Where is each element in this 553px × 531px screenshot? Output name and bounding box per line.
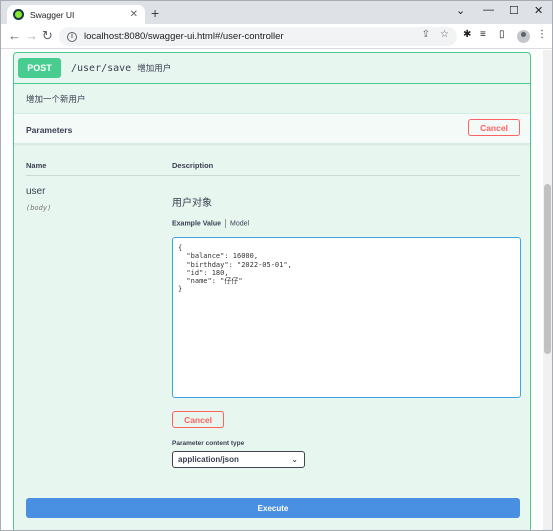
operation-path: /user/save (71, 62, 132, 74)
operation-summary[interactable]: POST /user/save 增加用户 (14, 53, 530, 84)
reload-icon[interactable]: ↻ (42, 27, 53, 45)
example-tabs: Example Value Model (172, 219, 249, 228)
chevron-down-icon: ⌄ (291, 455, 298, 464)
url-text[interactable]: localhost:8080/swagger-ui.html#/user-con… (84, 31, 284, 42)
share-icon[interactable]: ⇪ (422, 29, 430, 40)
tab-close-icon[interactable]: ✕ (130, 9, 138, 20)
close-window-icon[interactable]: ✕ (534, 4, 543, 17)
cancel-try-out-button[interactable]: Cancel (468, 119, 520, 136)
info-icon[interactable]: i (67, 31, 77, 42)
tab-search-icon[interactable]: ⌄ (456, 4, 465, 17)
content-type-select[interactable]: application/json ⌄ (172, 451, 305, 468)
profile-avatar[interactable] (517, 30, 530, 43)
swagger-page: POST /user/save 增加用户 增加一个新用户 Parameters … (1, 50, 543, 530)
name-column-header: Name (26, 161, 47, 170)
content-type-value: application/json (178, 455, 239, 464)
param-location: (body) (26, 204, 52, 212)
side-panel-icon[interactable]: ▯ (499, 29, 505, 40)
tab-separator (225, 219, 227, 228)
param-name: user (26, 186, 46, 197)
scrollbar-thumb[interactable] (544, 184, 551, 354)
back-icon[interactable]: ← (8, 27, 21, 45)
browser-window: Swagger UI ✕ + ⌄ — ☐ ✕ ← → ↻ i localhost… (0, 0, 553, 531)
tab-example-value[interactable]: Example Value (172, 220, 221, 227)
execute-button[interactable]: Execute (26, 498, 520, 518)
content-type-label: Parameter content type (172, 440, 245, 447)
cancel-button[interactable]: Cancel (172, 411, 224, 428)
media-icon[interactable]: ≡ (480, 29, 486, 40)
new-tab-button[interactable]: + (151, 5, 159, 21)
method-badge: POST (18, 58, 61, 78)
parameters-title: Parameters (26, 125, 73, 135)
parameters-header: Parameters Cancel (14, 113, 530, 144)
bookmark-star-icon[interactable]: ☆ (440, 29, 449, 40)
tab-title: Swagger UI (30, 9, 75, 20)
param-description: 用户对象 (172, 198, 212, 209)
page-scrollbar[interactable] (543, 50, 552, 530)
extensions-icon[interactable]: ✱ (463, 29, 471, 40)
browser-tab[interactable]: Swagger UI ✕ (7, 5, 145, 24)
maximize-icon[interactable]: ☐ (509, 4, 519, 17)
forward-icon[interactable]: → (25, 27, 38, 45)
tab-model[interactable]: Model (230, 220, 249, 227)
address-bar[interactable]: i localhost:8080/swagger-ui.html#/user-c… (59, 27, 457, 46)
operation-summary-text: 增加用户 (137, 63, 172, 73)
browser-toolbar: ← → ↻ i localhost:8080/swagger-ui.html#/… (1, 24, 552, 49)
minimize-icon[interactable]: — (483, 4, 494, 16)
menu-icon[interactable]: ⋮ (537, 29, 547, 40)
operation-description: 增加一个新用户 (26, 94, 86, 104)
swagger-favicon-icon (13, 9, 24, 20)
request-body-textarea[interactable]: { "balance": 16000, "birthday": "2022-05… (172, 237, 521, 398)
description-column-header: Description (172, 161, 214, 170)
header-divider (26, 175, 520, 176)
post-operation-block: POST /user/save 增加用户 增加一个新用户 Parameters … (13, 52, 531, 530)
tab-strip: Swagger UI ✕ + ⌄ — ☐ ✕ (1, 1, 552, 24)
